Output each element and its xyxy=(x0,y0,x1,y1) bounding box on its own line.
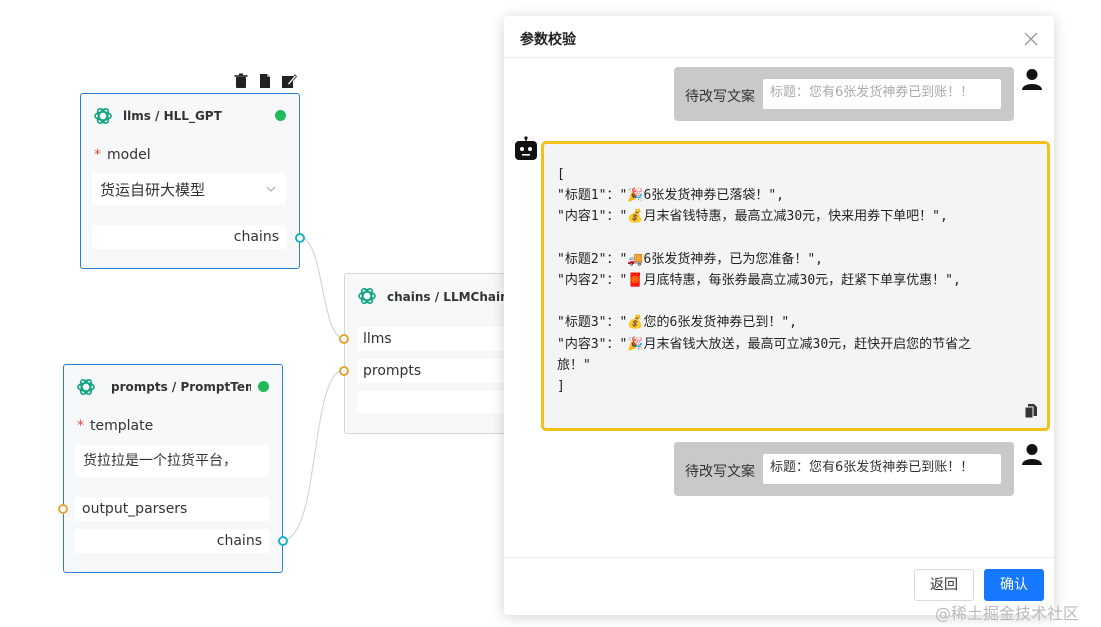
copy-icon[interactable] xyxy=(257,73,273,89)
bot-avatar-icon xyxy=(515,136,537,160)
status-indicator xyxy=(258,381,269,392)
node-title: prompts / PromptTem... xyxy=(111,380,251,394)
node-title: chains / LLMChain xyxy=(387,290,509,304)
node-llmchain[interactable]: chains / LLMChain llms prompts xyxy=(339,273,519,434)
reply-line: 旅！" xyxy=(557,357,591,373)
template-label: * template xyxy=(77,418,154,434)
output-port-chains[interactable] xyxy=(278,536,288,546)
input-output-parsers: output_parsers xyxy=(75,497,269,521)
reply-line: "标题3"："💰您的6张发货神券已到！", xyxy=(557,315,797,331)
node-llms[interactable]: llms / HLL_GPT * model 货运自研大模型 chains xyxy=(80,93,305,269)
openai-logo-icon xyxy=(358,287,376,305)
reply-line xyxy=(557,228,971,249)
chevron-down-icon xyxy=(266,186,276,192)
dialog-title: 参数校验 xyxy=(520,32,576,48)
node-header: prompts / PromptTem... xyxy=(64,365,282,411)
rewrite-text-input[interactable]: 标题：您有6张发货神券已到账！！ xyxy=(763,454,1001,484)
dialog-header: 参数校验 xyxy=(504,16,1054,58)
rewrite-text-input[interactable]: 标题：您有6张发货神券已到账！！ xyxy=(763,79,1001,109)
output-slot xyxy=(357,391,507,413)
node-header: llms / HLL_GPT xyxy=(81,94,299,140)
param-check-dialog: 参数校验 待改写文案 标题：您有6张发货神券已到账！！ [ "标题1"："🎉6张发… xyxy=(504,16,1054,615)
reply-line: "标题1"："🎉6张发货神券已落袋！", xyxy=(557,188,784,204)
reply-line: "内容1"："💰月末省钱特惠，最高立减30元，快来用券下单吧！", xyxy=(557,209,948,225)
openai-logo-icon xyxy=(94,107,112,125)
input-port-llms[interactable] xyxy=(339,334,349,344)
bot-reply-message: [ "标题1"："🎉6张发货神券已落袋！", "内容1"："💰月末省钱特惠，最高立减… xyxy=(541,141,1050,431)
copy-icon[interactable] xyxy=(1025,404,1037,418)
trash-icon[interactable] xyxy=(233,73,249,89)
message-label: 待改写文案 xyxy=(685,89,755,105)
node-prompts[interactable]: prompts / PromptTem... *template 货拉拉是一个拉… xyxy=(58,364,288,573)
edit-icon[interactable] xyxy=(281,73,297,89)
reply-line: "内容2"："🧧月底特惠，每张券最高立减30元，赶紧下单享优惠！", xyxy=(557,273,961,289)
node-header: chains / LLMChain xyxy=(345,274,518,320)
output-chains: chains xyxy=(75,529,269,553)
user-message: 待改写文案 标题：您有6张发货神券已到账！！ xyxy=(674,67,1014,121)
model-label: * model xyxy=(94,147,151,163)
reply-line: "内容3"："🎉月末省钱大放送，最高可立减30元，赶快开启您的节省之 xyxy=(557,336,972,352)
user-avatar-icon xyxy=(1022,69,1042,90)
input-port-prompts[interactable] xyxy=(339,366,349,376)
user-message: 待改写文案 标题：您有6张发货神券已到账！！ xyxy=(674,442,1014,496)
reply-line: [ xyxy=(557,167,565,182)
bot-reply-content: [ "标题1"："🎉6张发货神券已落袋！", "内容1"："💰月末省钱特惠，最高立减… xyxy=(557,164,971,397)
edge-prompts-to-chain xyxy=(282,369,345,541)
template-input[interactable]: 货拉拉是一个拉货平台， xyxy=(75,445,269,477)
user-avatar-icon xyxy=(1022,444,1042,465)
edge-llms-to-chain xyxy=(298,236,345,339)
model-select[interactable]: 货运自研大模型 xyxy=(92,173,286,205)
close-icon[interactable] xyxy=(1024,32,1038,46)
reply-line xyxy=(557,291,971,312)
message-label: 待改写文案 xyxy=(685,464,755,480)
output-port-chains[interactable] xyxy=(295,233,305,243)
reply-line: "标题2"："🚚6张发货神券，已为您准备！", xyxy=(557,251,823,267)
input-llms: llms xyxy=(357,327,507,351)
node-title: llms / HLL_GPT xyxy=(123,109,222,123)
output-chains: chains xyxy=(92,225,286,249)
reply-line: ] xyxy=(557,379,565,395)
input-port-output-parsers[interactable] xyxy=(58,504,68,514)
confirm-button[interactable]: 确认 xyxy=(984,569,1044,601)
input-prompts: prompts xyxy=(357,359,507,383)
back-button[interactable]: 返回 xyxy=(914,569,974,601)
watermark: @稀土掘金技术社区 xyxy=(935,604,1080,623)
openai-logo-icon xyxy=(77,378,95,396)
status-indicator xyxy=(275,110,286,121)
